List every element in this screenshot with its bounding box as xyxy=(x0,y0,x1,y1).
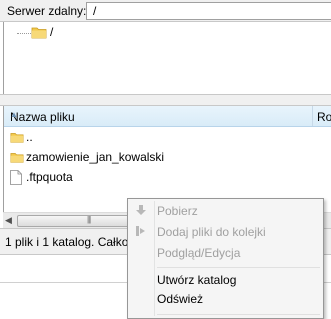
list-item-name: .. xyxy=(26,130,33,144)
remote-directory-tree[interactable]: / xyxy=(3,22,331,94)
list-item[interactable]: zamowienie_jan_kowalski xyxy=(4,148,331,167)
context-menu: Pobierz Dodaj pliki do kolejki Podgląd/E… xyxy=(127,198,324,319)
menu-separator xyxy=(157,314,320,315)
scroll-left-icon[interactable]: ◀ xyxy=(5,215,12,226)
file-icon xyxy=(10,170,22,188)
menu-item-label: Odśwież xyxy=(157,292,204,306)
menu-item-download[interactable]: Pobierz xyxy=(130,201,321,222)
column-header-filename-label: Nazwa pliku xyxy=(10,110,75,124)
tree-connector-line xyxy=(17,33,31,34)
menu-item-label: Podgląd/Edycja xyxy=(157,246,241,260)
list-item-name: zamowienie_jan_kowalski xyxy=(26,150,165,164)
menu-item-label: Dodaj pliki do kolejki xyxy=(157,225,266,239)
menu-item-view-edit[interactable]: Podgląd/Edycja xyxy=(130,243,321,264)
column-header-size[interactable]: Ro xyxy=(317,110,331,124)
menu-item-label: Pobierz xyxy=(157,204,198,218)
file-list-header: Nazwa pliku ▲ Ro xyxy=(4,106,331,127)
tree-node-root[interactable]: / xyxy=(50,25,53,39)
sort-ascending-icon: ▲ xyxy=(10,110,18,119)
list-item-name: .ftpquota xyxy=(26,170,73,184)
download-arrow-icon xyxy=(135,204,147,219)
menu-item-create-directory[interactable]: Utwórz katalog xyxy=(130,270,321,291)
remote-path-bar: Serwer zdalny: / xyxy=(0,0,331,22)
folder-icon xyxy=(10,130,24,147)
add-to-queue-icon xyxy=(135,225,147,240)
menu-item-add-to-queue[interactable]: Dodaj pliki do kolejki xyxy=(130,222,321,243)
status-text: 1 plik i 1 katalog. Całko xyxy=(5,235,129,249)
remote-path-input[interactable]: / xyxy=(86,2,331,20)
pane-splitter[interactable] xyxy=(0,94,331,106)
remote-path-value: / xyxy=(93,4,97,18)
menu-separator xyxy=(157,267,320,268)
menu-item-refresh[interactable]: Odśwież xyxy=(130,289,321,310)
column-header-filename[interactable]: Nazwa pliku ▲ xyxy=(4,106,313,126)
list-item[interactable]: .. xyxy=(4,128,331,147)
folder-icon xyxy=(31,25,47,42)
list-item[interactable]: .ftpquota xyxy=(4,168,331,187)
menu-item-label: Utwórz katalog xyxy=(157,273,237,287)
remote-path-label: Serwer zdalny: xyxy=(7,4,87,18)
scrollbar-grip-icon: ||| xyxy=(87,215,91,224)
folder-icon xyxy=(10,150,24,167)
